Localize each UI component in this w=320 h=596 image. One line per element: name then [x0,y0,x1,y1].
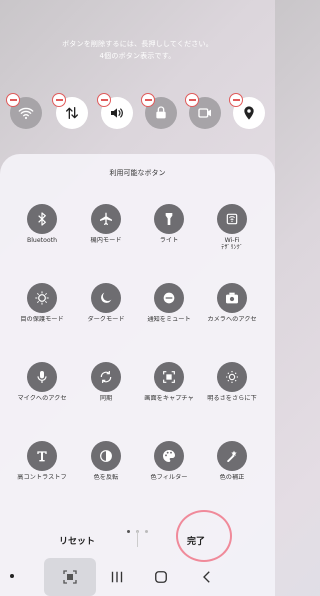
data-transfer-icon [66,107,78,119]
tile-label: 同期 [99,395,113,402]
nav-indicator-dot [10,574,14,578]
reset-button[interactable]: リセット [59,534,95,547]
bluetooth-icon [38,212,46,226]
tile-bluetooth[interactable]: Bluetooth [12,204,72,264]
tile-flashlight[interactable]: ライト [139,204,199,264]
quick-button-wifi[interactable] [6,93,42,129]
extra-dim-icon [226,371,238,383]
remove-badge-icon[interactable] [185,93,199,107]
high-contrast-font-icon [37,451,47,462]
navigation-bar [0,558,275,596]
active-buttons-row [0,93,275,137]
tile-label: Wi-Fi [224,237,240,244]
moon-icon [101,292,112,303]
tile-mic-access[interactable]: マイクへのアクセ [12,362,72,422]
tile-hotspot[interactable]: Wi-Fi ﾃｻﾞﾘﾝｸﾞ [202,204,262,264]
remove-badge-icon[interactable] [141,93,155,107]
tile-screen-capture[interactable]: 画面をキャプチャ [139,362,199,422]
tile-label: 明るさをさらに下 [207,395,257,402]
tile-label: 画面をキャプチャ [144,395,194,402]
page-dot-active [127,530,130,533]
color-filter-icon [163,450,175,462]
tile-label: カメラへのアクセ [207,316,257,323]
tile-mute-notifications[interactable]: 通知をミュート [139,283,199,343]
instruction-line-2: 4個のボタン表示です。 [99,52,176,60]
flashlight-icon [165,213,173,225]
location-icon [244,106,254,120]
instruction-line-1: ボタンを削除するには、長押ししてください。 [62,40,213,48]
tile-camera-access[interactable]: カメラへのアクセ [202,283,262,343]
tile-high-contrast-font[interactable]: 高コントラストフ [12,441,72,501]
remove-badge-icon[interactable] [97,93,111,107]
screen-record-icon [198,108,211,118]
tile-label: 高コントラストフ [17,474,67,481]
scan-icon [63,570,77,584]
quick-button-location[interactable] [229,93,265,129]
tile-label: 通知をミュート [147,316,191,323]
tile-label: 機内モード [90,237,122,244]
tile-extra-dim[interactable]: 明るさをさらに下 [202,362,262,422]
highlight-circle-annotation [176,510,232,562]
wifi-icon [18,107,34,120]
quick-button-screen-record[interactable] [185,93,221,129]
action-divider [137,531,138,547]
quick-button-sound[interactable] [97,93,133,129]
back-icon[interactable] [198,568,216,586]
tile-airplane[interactable]: 機内モード [76,204,136,264]
tile-label: ダークモード [87,316,125,323]
mic-icon [37,371,47,383]
sync-icon [100,371,112,383]
screenshot-icon [163,371,175,383]
page-dot [145,530,148,533]
volume-icon [111,108,123,118]
tile-label: 色の補正 [219,474,245,481]
invert-color-icon [100,450,112,462]
remove-badge-icon[interactable] [52,93,66,107]
instructions: ボタンを削除するには、長押ししてください。 4個のボタン表示です。 [0,38,275,62]
tile-dark-mode[interactable]: ダークモード [76,283,136,343]
tile-label: Bluetooth [26,237,58,244]
mute-icon [163,292,175,304]
tile-invert-colors[interactable]: 色を反転 [76,441,136,501]
tile-eye-comfort[interactable]: 目の保護モード [12,283,72,343]
tile-label: 色フィルター [150,474,188,481]
hotspot-icon [226,213,238,225]
keyboard-scan-button[interactable] [44,558,96,596]
tile-label: ライト [159,237,179,244]
camera-icon [226,292,238,304]
lock-icon [156,106,166,119]
airplane-icon [100,212,112,225]
tile-label: マイクへのアクセ [17,395,67,402]
tile-color-filter[interactable]: 色フィルター [139,441,199,501]
tile-label: 目の保護モード [20,316,64,323]
quick-button-data[interactable] [52,93,88,129]
color-correction-icon [227,450,237,462]
home-icon[interactable] [152,568,170,586]
tile-label: 色を反転 [93,474,119,481]
tile-color-correction[interactable]: 色の補正 [202,441,262,501]
remove-badge-icon[interactable] [229,93,243,107]
tile-label-2: ﾃｻﾞﾘﾝｸﾞ [221,244,243,251]
panel-title: 利用可能なボタン [109,169,166,177]
recents-icon[interactable] [108,568,126,586]
quick-button-rotation-lock[interactable] [141,93,177,129]
remove-badge-icon[interactable] [6,93,20,107]
eye-comfort-icon [35,291,49,305]
tile-sync[interactable]: 同期 [76,362,136,422]
